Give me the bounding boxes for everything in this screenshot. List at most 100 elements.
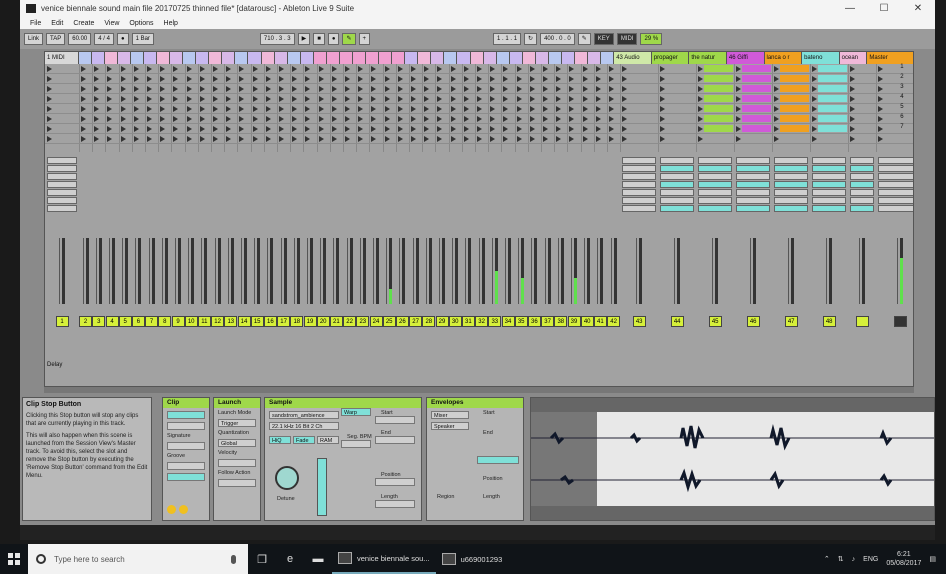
clip-slot[interactable] xyxy=(171,124,185,134)
clip-slot[interactable] xyxy=(554,64,568,74)
volume-fader[interactable] xyxy=(267,238,269,304)
clip-slot[interactable] xyxy=(184,64,198,74)
clip-launch-icon[interactable] xyxy=(411,76,416,82)
clip-slot[interactable] xyxy=(356,94,370,104)
io-routing-chooser[interactable] xyxy=(622,181,657,188)
clip-slot[interactable] xyxy=(475,104,489,114)
clip-launch-icon[interactable] xyxy=(160,76,166,82)
clip-launch-icon[interactable] xyxy=(878,106,884,112)
clip-launch-icon[interactable] xyxy=(878,126,884,132)
clip-slot[interactable] xyxy=(197,124,211,134)
position-field[interactable] xyxy=(375,478,415,486)
clip-slot[interactable] xyxy=(810,64,849,74)
clip-launch-icon[interactable] xyxy=(279,66,284,72)
clip-slot[interactable] xyxy=(158,84,172,94)
clip-launch-icon[interactable] xyxy=(47,96,52,102)
clip-slot[interactable] xyxy=(527,94,541,104)
clip-slot[interactable] xyxy=(848,84,877,94)
clip-slot[interactable] xyxy=(810,114,849,124)
clip-launch-icon[interactable] xyxy=(120,86,126,92)
clip-launch-icon[interactable] xyxy=(490,106,496,112)
clip-slot[interactable] xyxy=(395,104,409,114)
clip-launch-icon[interactable] xyxy=(450,126,456,132)
clip[interactable] xyxy=(704,125,734,132)
clip-launch-icon[interactable] xyxy=(371,76,377,82)
clip-slot[interactable] xyxy=(45,74,79,84)
clip-launch-icon[interactable] xyxy=(265,66,271,72)
clip-slot[interactable] xyxy=(607,84,621,94)
clip-launch-icon[interactable] xyxy=(371,126,377,132)
track-activator[interactable]: 34 xyxy=(501,316,515,327)
io-routing-chooser[interactable] xyxy=(622,189,657,196)
clip-launch-icon[interactable] xyxy=(292,76,298,82)
clip-launch-icon[interactable] xyxy=(609,66,614,72)
clip-launch-icon[interactable] xyxy=(516,86,522,92)
clip-launch-icon[interactable] xyxy=(292,96,298,102)
clip-launch-icon[interactable] xyxy=(450,106,456,112)
clip-launch-icon[interactable] xyxy=(529,66,535,72)
close-button[interactable]: ✕ xyxy=(901,3,935,14)
clip-slot[interactable] xyxy=(593,64,607,74)
io-routing-chooser[interactable] xyxy=(736,189,771,196)
clip-launch-icon[interactable] xyxy=(213,66,218,72)
clip-launch-icon[interactable] xyxy=(660,126,666,132)
clip-launch-icon[interactable] xyxy=(186,96,192,102)
clip-slot[interactable] xyxy=(237,94,251,104)
clip-launch-icon[interactable] xyxy=(107,116,113,122)
clip-slot[interactable] xyxy=(329,64,343,74)
loop-length-field[interactable]: 400 . 0 . 0 xyxy=(540,33,575,45)
clip-launch-icon[interactable] xyxy=(463,86,469,92)
clip-launch-icon[interactable] xyxy=(292,126,298,132)
clip-launch-icon[interactable] xyxy=(279,76,284,82)
clip-slot[interactable] xyxy=(356,134,370,144)
volume-fader[interactable] xyxy=(135,238,137,304)
io-routing-chooser[interactable] xyxy=(812,205,847,212)
clip-launch-icon[interactable] xyxy=(265,86,271,92)
clip-launch-icon[interactable] xyxy=(226,116,232,122)
clip-launch-icon[interactable] xyxy=(543,116,548,122)
clip-launch-icon[interactable] xyxy=(622,76,628,82)
clip-launch-icon[interactable] xyxy=(878,116,884,122)
clip-launch-icon[interactable] xyxy=(94,96,100,102)
clip-slot[interactable] xyxy=(409,74,423,84)
clip-slot[interactable] xyxy=(696,124,735,134)
clip-slot[interactable] xyxy=(607,114,621,124)
clip-launch-icon[interactable] xyxy=(582,116,588,122)
clip-launch-icon[interactable] xyxy=(305,96,311,102)
clip-slot[interactable] xyxy=(343,134,357,144)
task-view-icon[interactable]: ❐ xyxy=(248,544,276,574)
clip-launch-icon[interactable] xyxy=(239,66,245,72)
io-routing-chooser[interactable] xyxy=(698,181,733,188)
track-header[interactable] xyxy=(561,52,575,64)
draw-mode-icon[interactable]: ✎ xyxy=(577,33,591,45)
clip-launch-icon[interactable] xyxy=(529,86,535,92)
clip-launch-icon[interactable] xyxy=(622,126,628,132)
clip-launch-icon[interactable] xyxy=(199,126,205,132)
clip-launch-icon[interactable] xyxy=(173,66,179,72)
clip-slot[interactable] xyxy=(772,114,811,124)
clip-launch-icon[interactable] xyxy=(622,96,628,102)
clip-slot[interactable] xyxy=(171,104,185,114)
clip-launch-icon[interactable] xyxy=(582,106,588,112)
network-icon[interactable]: ⇅ xyxy=(838,555,844,563)
clip-slot[interactable] xyxy=(435,64,449,74)
clip[interactable] xyxy=(704,115,734,122)
clip-launch-icon[interactable] xyxy=(305,66,311,72)
clip-launch-icon[interactable] xyxy=(424,66,430,72)
clip-launch-icon[interactable] xyxy=(226,66,232,72)
clip-launch-icon[interactable] xyxy=(450,76,456,82)
clip-slot[interactable] xyxy=(250,104,264,114)
clip-slot[interactable] xyxy=(118,64,132,74)
clip-launch-icon[interactable] xyxy=(265,96,271,102)
clip-launch-icon[interactable] xyxy=(437,66,443,72)
clip-launch-icon[interactable] xyxy=(490,126,496,132)
clip-slot[interactable] xyxy=(224,134,238,144)
track-activator[interactable]: 6 xyxy=(131,316,145,327)
clip-slot[interactable] xyxy=(316,84,330,94)
clip-slot[interactable] xyxy=(343,74,357,84)
io-routing-chooser[interactable] xyxy=(878,189,913,196)
envelope-control-select[interactable]: Speaker xyxy=(431,422,469,430)
clip-launch-icon[interactable] xyxy=(384,86,390,92)
tempo-field[interactable]: 60.00 xyxy=(68,33,92,45)
clip-launch-icon[interactable] xyxy=(384,66,390,72)
